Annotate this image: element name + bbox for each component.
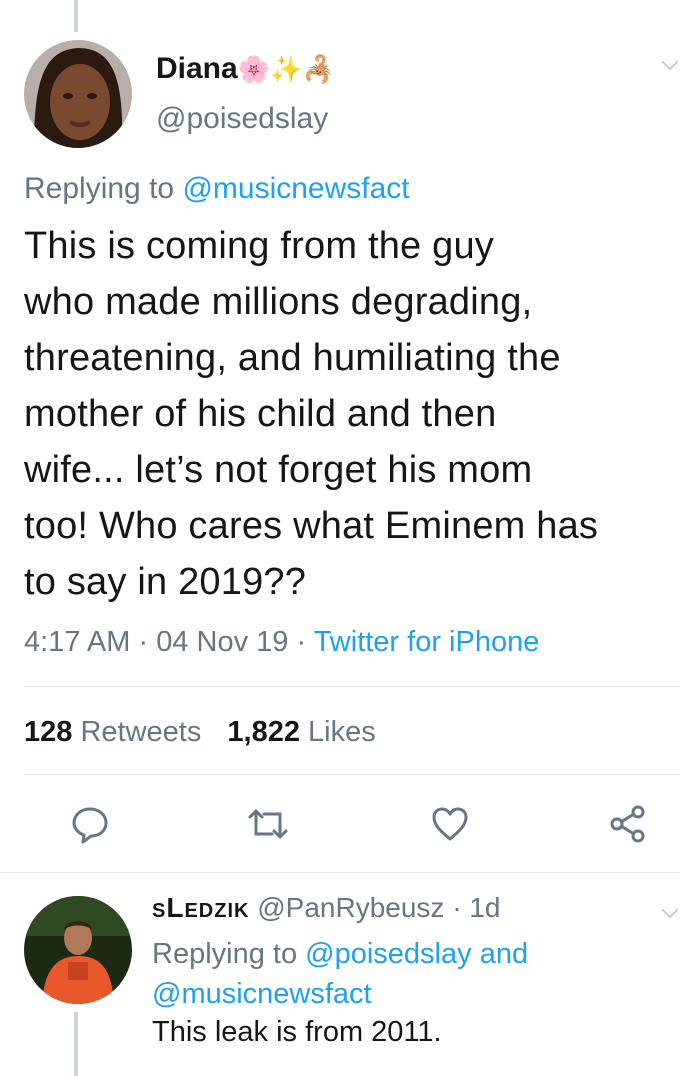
chevron-down-icon[interactable]	[661, 53, 679, 71]
meta-separator: ·	[138, 626, 149, 658]
retweets-stat[interactable]: 128 Retweets	[24, 716, 209, 748]
tweet-date[interactable]: 04 Nov 19	[156, 626, 288, 658]
divider	[24, 774, 680, 775]
divider	[0, 872, 680, 873]
replying-to: Replying to @musicnewsfact	[24, 172, 410, 206]
reply-replying-to: Replying to @poisedslay and @musicnewsfa…	[152, 934, 672, 1014]
replying-to-link[interactable]: @musicnewsfact	[182, 172, 409, 205]
name-emojis: 🌸✨🦂	[237, 54, 335, 84]
tweet-source[interactable]: Twitter for iPhone	[314, 626, 540, 658]
reply-handle[interactable]: @PanRybeusz	[257, 892, 444, 923]
tweet-text-line: threatening, and humiliating the	[24, 337, 561, 379]
replying-to-link[interactable]: @musicnewsfact	[152, 978, 372, 1010]
tweet-text-line: This is coming from the guy	[24, 225, 495, 267]
chevron-down-icon[interactable]	[661, 901, 679, 919]
tweet-text-line: to say in 2019??	[24, 561, 307, 603]
reply-avatar[interactable]	[24, 896, 132, 1004]
tweet-time[interactable]: 4:17 AM	[24, 626, 130, 658]
tweet-text: This is coming from the guy who made mil…	[24, 218, 680, 610]
reply-icon	[72, 807, 108, 844]
like-button[interactable]	[428, 802, 472, 846]
likes-stat[interactable]: 1,822 Likes	[227, 716, 375, 748]
retweets-count: 128	[24, 716, 73, 748]
replying-and: and	[479, 938, 529, 970]
tweet-text-line: too! Who cares what Eminem has	[24, 505, 599, 547]
retweet-button[interactable]	[246, 802, 290, 846]
tweet-text-line: who made millions degrading,	[24, 281, 533, 323]
meta-separator: ·	[452, 892, 462, 923]
tweet-meta: 4:17 AM · 04 Nov 19 · Twitter for iPhone	[24, 626, 539, 659]
likes-label: Likes	[308, 716, 376, 748]
divider	[24, 686, 680, 687]
retweet-icon	[248, 809, 288, 839]
replying-prefix: Replying to	[152, 938, 298, 970]
tweet-text-line: mother of his child and then	[24, 393, 497, 435]
replying-prefix: Replying to	[24, 172, 175, 205]
handle[interactable]: @poisedslay	[156, 102, 328, 136]
share-icon	[610, 805, 645, 843]
meta-separator: ·	[296, 626, 307, 658]
thread-line-top	[74, 0, 78, 32]
heart-icon	[432, 807, 468, 841]
tweet-stats: 128 Retweets 1,822 Likes	[24, 716, 376, 749]
thread-line-reply	[74, 1012, 78, 1076]
reply-age[interactable]: 1d	[469, 892, 500, 923]
display-name-text: Diana	[156, 52, 238, 85]
replying-to-link[interactable]: @poisedslay	[305, 938, 471, 970]
reply-text: This leak is from 2011.	[152, 1016, 442, 1048]
reply-display-name[interactable]: sLedzik	[152, 892, 249, 923]
tweet-text-line: wife... let’s not forget his mom	[24, 449, 533, 491]
display-name[interactable]: Diana🌸✨🦂	[156, 52, 335, 86]
reply-button[interactable]	[68, 802, 112, 846]
likes-count: 1,822	[227, 716, 300, 748]
avatar[interactable]	[24, 40, 132, 148]
share-button[interactable]	[606, 802, 650, 846]
reply-header: sLedzik @PanRybeusz · 1d	[152, 892, 500, 924]
retweets-label: Retweets	[80, 716, 202, 748]
